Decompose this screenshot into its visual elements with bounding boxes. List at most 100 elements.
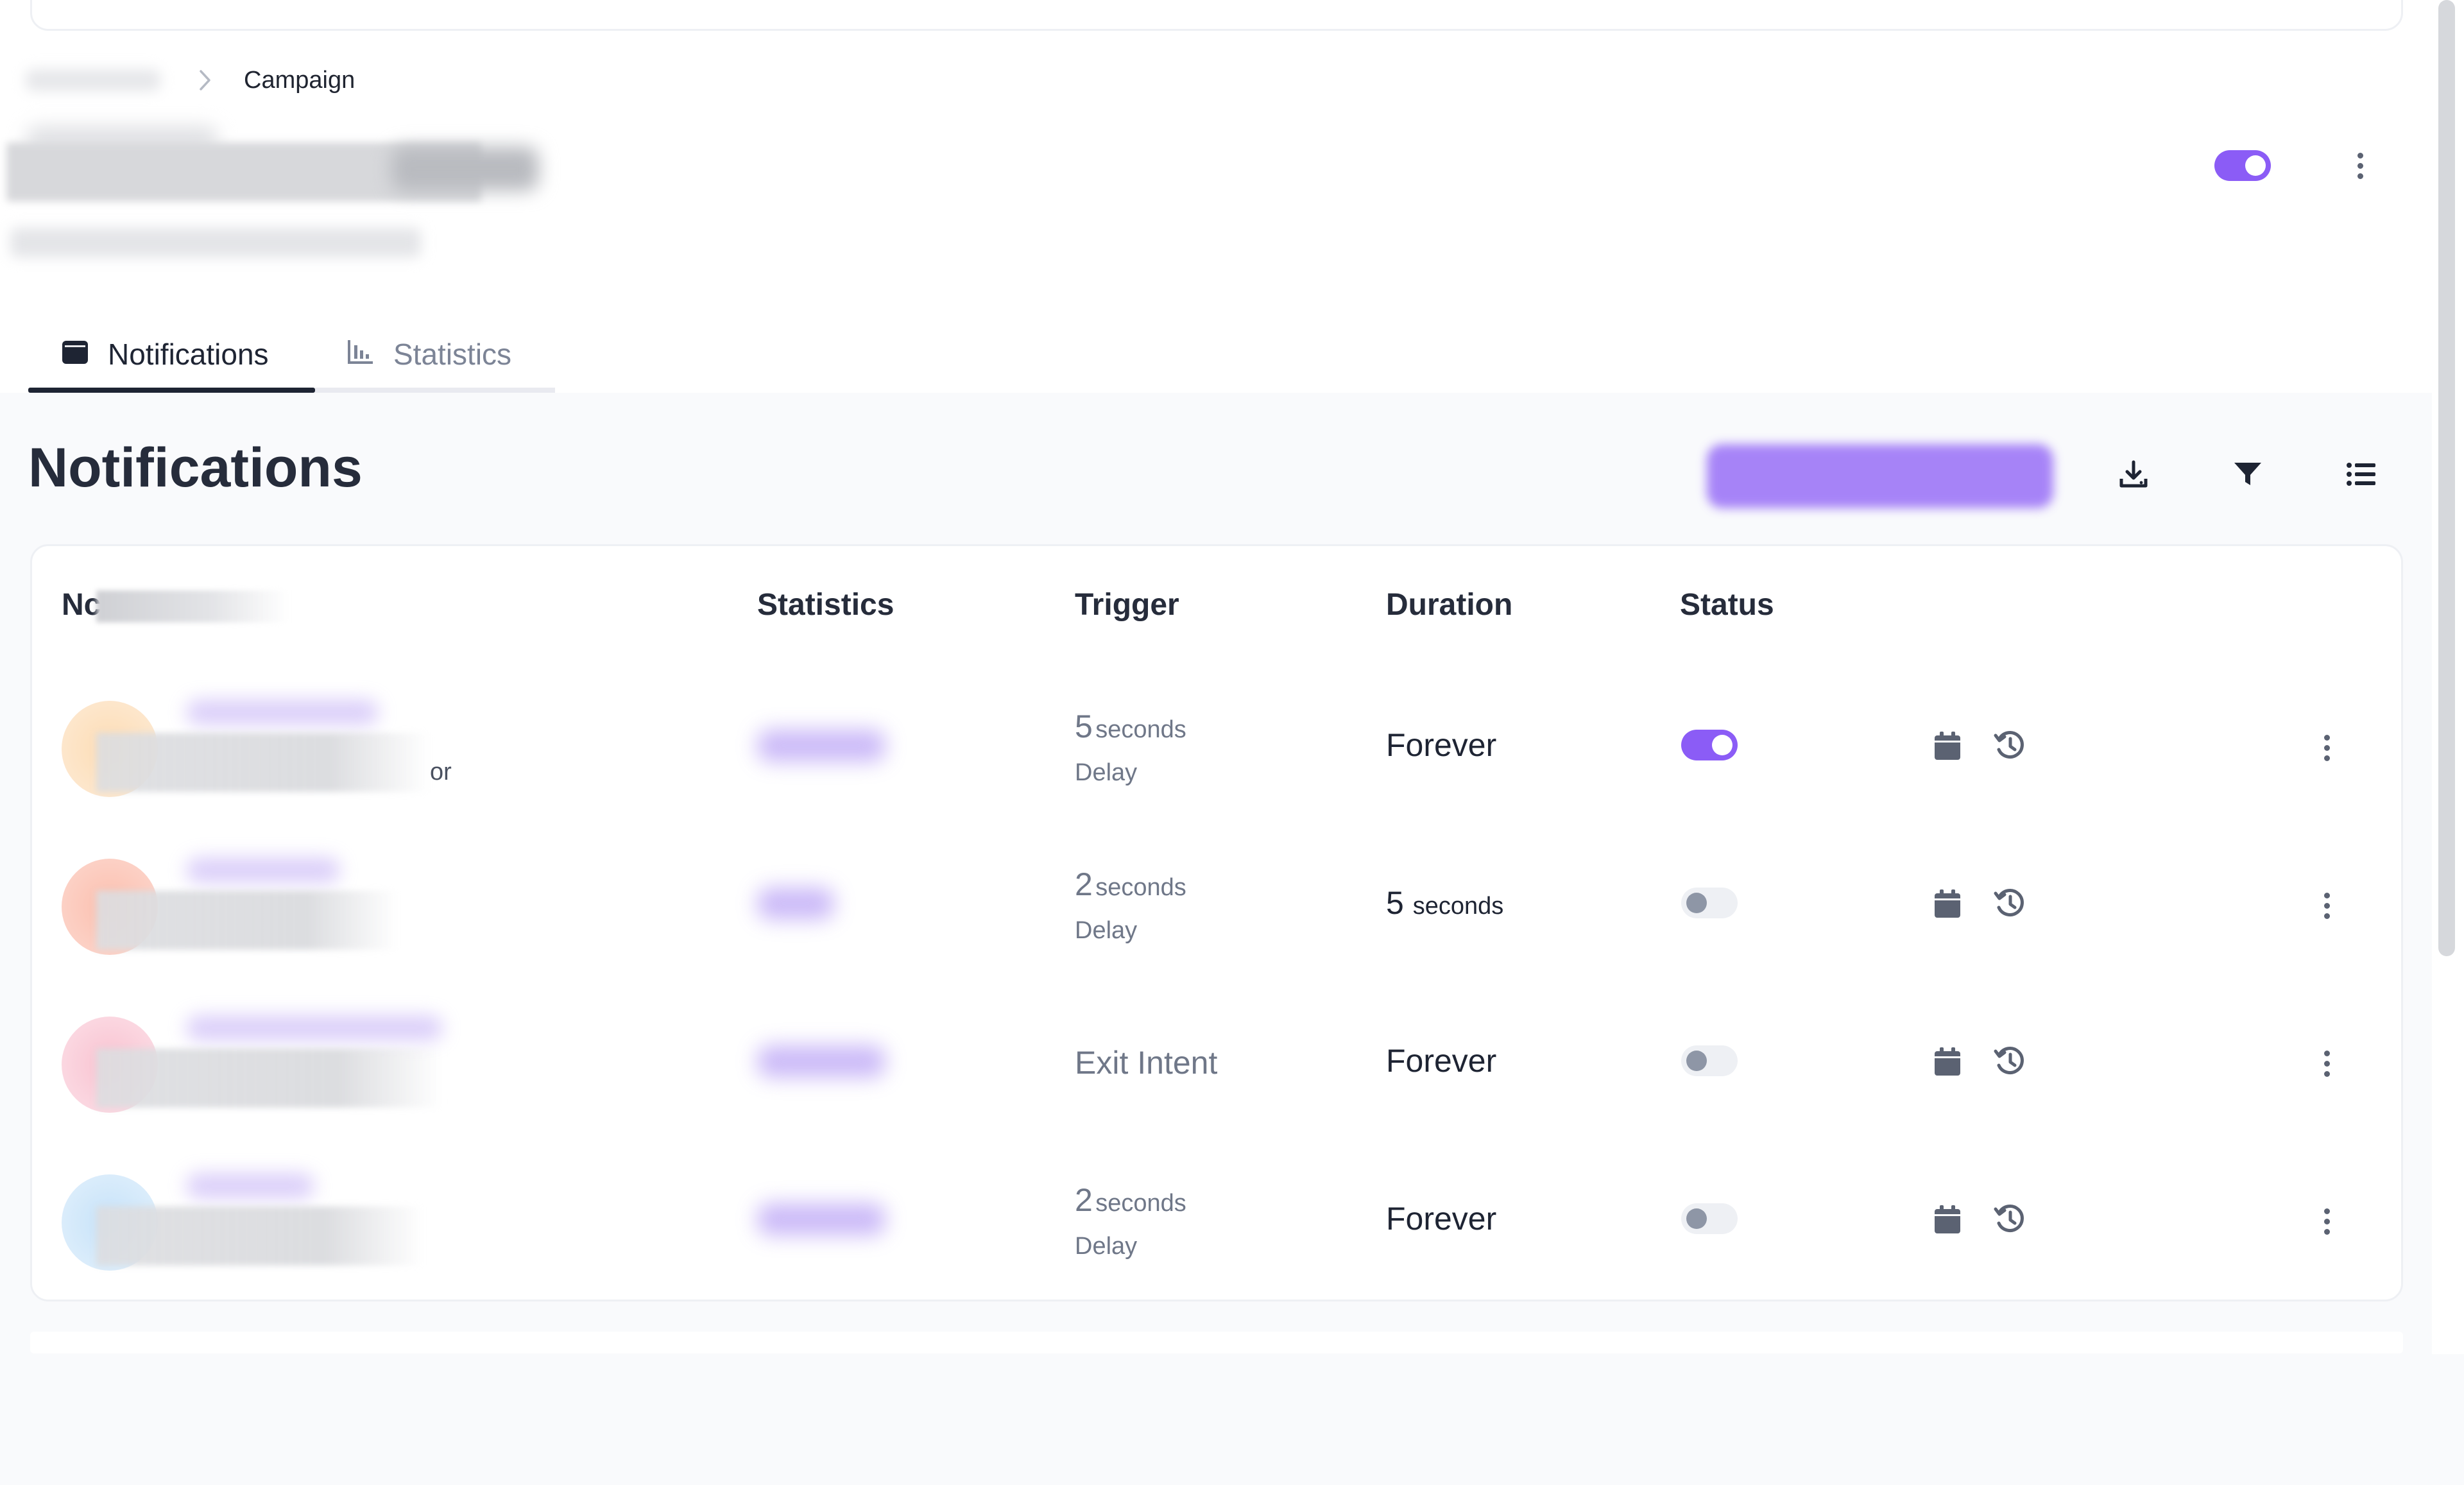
notification-description-redacted — [96, 891, 398, 950]
history-button[interactable] — [1990, 728, 2029, 766]
notification-status-toggle[interactable] — [1681, 1045, 1738, 1076]
notification-stats-redacted — [757, 888, 834, 920]
toggle-knob — [1686, 893, 1707, 913]
trigger-value: 5 — [1075, 708, 1093, 744]
calendar-icon — [1933, 888, 1962, 922]
tab-notifications[interactable]: Notifications — [28, 316, 315, 393]
trigger-value: Exit Intent — [1075, 1045, 1218, 1081]
schedule-button[interactable] — [1928, 1043, 1967, 1082]
schedule-button[interactable] — [1928, 1201, 1967, 1240]
column-header-redacted — [96, 590, 289, 622]
row-more-menu-icon[interactable] — [2314, 886, 2340, 925]
page-title: Notifications — [28, 437, 363, 499]
notification-description-redacted — [96, 1206, 424, 1266]
duration-value: Forever — [1386, 1201, 1497, 1237]
calendar-icon — [1933, 1204, 1962, 1238]
campaign-more-menu-icon[interactable] — [2347, 146, 2373, 185]
breadcrumb-parent-link[interactable] — [26, 69, 160, 91]
history-button[interactable] — [1990, 1201, 2029, 1240]
download-icon — [2119, 459, 2148, 492]
campaign-status-toggle[interactable] — [2214, 150, 2271, 181]
trigger-type: Delay — [1075, 759, 1138, 786]
notification-card-icon — [62, 337, 89, 372]
column-header-duration[interactable]: Duration — [1386, 587, 1512, 622]
row-more-menu-icon[interactable] — [2314, 728, 2340, 767]
history-button[interactable] — [1990, 1043, 2029, 1082]
row-more-menu-icon[interactable] — [2314, 1202, 2340, 1240]
trigger-cell: 5 seconds Delay — [1075, 707, 1186, 791]
create-notification-button[interactable] — [1707, 444, 2053, 508]
page-bottom-fill — [2432, 1354, 2464, 1485]
duration-value: Forever — [1386, 727, 1497, 763]
schedule-button[interactable] — [1928, 886, 1967, 924]
toggle-knob — [1686, 1208, 1707, 1229]
duration-cell: Forever — [1386, 1200, 1496, 1237]
trigger-unit: seconds — [1095, 716, 1186, 743]
trigger-value: 2 — [1075, 866, 1093, 902]
notification-name-redacted[interactable] — [186, 700, 379, 725]
chevron-right-icon — [193, 67, 218, 93]
history-icon — [1994, 1203, 2026, 1239]
trigger-value: 2 — [1075, 1182, 1093, 1218]
table-row[interactable]: or 5 seconds Delay Forever — [32, 669, 2400, 826]
next-card-edge — [30, 1332, 2403, 1353]
history-icon — [1994, 1045, 2026, 1081]
history-icon — [1994, 730, 2026, 765]
bar-chart-icon — [347, 337, 374, 372]
columns-button[interactable] — [2316, 434, 2406, 517]
trigger-unit: seconds — [1095, 874, 1186, 901]
tab-statistics-label: Statistics — [393, 338, 512, 371]
toggle-knob — [1686, 1051, 1707, 1071]
download-button[interactable] — [2089, 434, 2178, 517]
toggle-knob — [2245, 155, 2266, 176]
column-header-name[interactable]: Nc — [62, 587, 101, 622]
filter-button[interactable] — [2203, 434, 2293, 517]
notification-stats-redacted — [757, 1045, 886, 1077]
notification-status-toggle[interactable] — [1681, 888, 1738, 918]
duration-cell: Forever — [1386, 726, 1496, 764]
notification-status-toggle[interactable] — [1681, 1203, 1738, 1234]
calendar-icon — [1933, 730, 1962, 764]
scrollbar-thumb[interactable] — [2438, 0, 2455, 956]
toggle-knob — [1712, 735, 1733, 755]
duration-value: Forever — [1386, 1043, 1497, 1079]
table-row[interactable]: 2 seconds Delay 5 seconds — [32, 827, 2400, 984]
trigger-type: Delay — [1075, 1233, 1138, 1260]
breadcrumb-current: Campaign — [244, 66, 355, 94]
notification-name-redacted[interactable] — [186, 1015, 443, 1041]
column-header-statistics[interactable]: Statistics — [757, 587, 894, 622]
row-more-menu-icon[interactable] — [2314, 1044, 2340, 1083]
history-icon — [1994, 888, 2026, 923]
breadcrumb: Campaign — [26, 64, 355, 96]
history-button[interactable] — [1990, 886, 2029, 924]
list-icon — [2347, 462, 2376, 490]
top-card — [30, 0, 2403, 31]
campaign-subtitle-redacted — [10, 228, 421, 257]
calendar-icon — [1933, 1046, 1962, 1080]
duration-value: 5 — [1386, 885, 1404, 921]
notification-description-redacted — [96, 733, 430, 792]
notification-name-redacted[interactable] — [186, 1173, 314, 1199]
column-header-trigger[interactable]: Trigger — [1075, 587, 1179, 622]
column-header-status[interactable]: Status — [1680, 587, 1774, 622]
tab-bar: Notifications Statistics — [28, 316, 555, 393]
duration-cell: Forever — [1386, 1042, 1496, 1079]
table-row[interactable]: Exit Intent Forever — [32, 984, 2400, 1142]
notification-status-toggle[interactable] — [1681, 730, 1738, 760]
notification-name-redacted[interactable] — [186, 857, 340, 883]
notification-description-redacted — [96, 1049, 443, 1108]
table-row[interactable]: 2 seconds Delay Forever — [32, 1142, 2400, 1300]
duration-unit: seconds — [1412, 893, 1504, 920]
notification-stats-redacted — [757, 730, 886, 762]
trigger-type: Delay — [1075, 917, 1138, 944]
filter-icon — [2233, 461, 2263, 491]
trigger-cell: 2 seconds Delay — [1075, 865, 1186, 949]
tab-notifications-label: Notifications — [108, 338, 269, 371]
trigger-unit: seconds — [1095, 1190, 1186, 1217]
tab-statistics[interactable]: Statistics — [315, 316, 555, 393]
notification-stats-redacted — [757, 1203, 886, 1235]
duration-cell: 5 seconds — [1386, 884, 1503, 922]
campaign-title-redacted — [391, 146, 539, 191]
notification-description-tail: or — [430, 759, 452, 785]
schedule-button[interactable] — [1928, 728, 1967, 766]
